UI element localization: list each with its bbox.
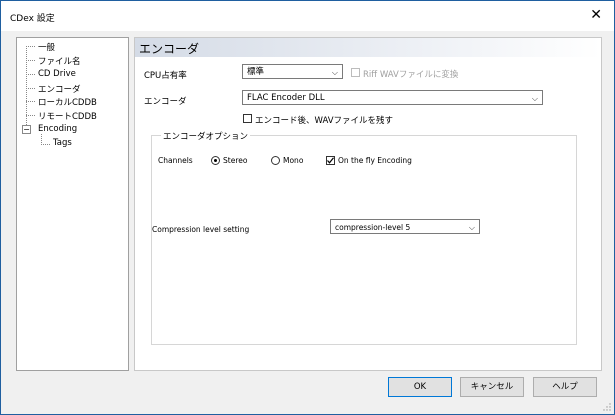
stereo-label: Stereo: [223, 156, 248, 165]
tree-branch-line: [26, 46, 35, 47]
tree-item-cd-drive[interactable]: CD Drive: [38, 69, 76, 79]
chevron-down-icon: ⌵: [531, 94, 538, 103]
keep-wav-checkbox[interactable]: [243, 114, 252, 123]
collapse-icon[interactable]: −: [22, 125, 31, 134]
tree-branch-line: [26, 74, 35, 75]
resize-grip-icon[interactable]: [603, 403, 611, 411]
keep-wav-label: エンコード後、WAVファイルを残す: [255, 116, 394, 126]
mono-label: Mono: [283, 156, 304, 165]
panel-header: エンコーダ: [135, 38, 601, 57]
title-bar: CDex 設定 ✕: [1, 1, 614, 31]
window-title: CDex 設定: [10, 14, 55, 24]
tree-branch-line: [41, 144, 50, 145]
channels-label: Channels: [158, 156, 193, 165]
tree-branch-line: [26, 88, 35, 89]
compression-level-select[interactable]: compression-level 5 ⌵: [330, 219, 480, 234]
ok-button[interactable]: OK: [388, 377, 452, 397]
tree-branch-line: [26, 115, 35, 116]
tree-item-remote-cddb[interactable]: リモートCDDB: [38, 110, 97, 122]
close-icon[interactable]: ✕: [590, 7, 602, 23]
tree-branch-line: [26, 101, 35, 102]
on-the-fly-checkbox[interactable]: [326, 156, 335, 165]
cpu-usage-select[interactable]: 標準 ⌵: [242, 64, 343, 79]
tree-item-local-cddb[interactable]: ローカルCDDB: [38, 96, 97, 108]
mono-radio[interactable]: [271, 156, 280, 165]
encoder-value: FLAC Encoder DLL: [247, 93, 325, 103]
compression-level-value: compression-level 5: [335, 223, 411, 232]
help-button[interactable]: ヘルプ: [533, 377, 597, 397]
tree-item-encoding[interactable]: Encoding: [38, 124, 77, 134]
tree-branch-line: [26, 60, 35, 61]
tree-item-tags[interactable]: Tags: [53, 138, 72, 148]
tree-item-general[interactable]: 一般: [38, 41, 55, 53]
cpu-usage-label: CPU占有率: [144, 71, 187, 81]
cancel-button[interactable]: キャンセル: [460, 377, 524, 397]
encoder-options-legend: エンコーダオプション: [161, 130, 251, 142]
on-the-fly-label: On the fly Encoding: [338, 156, 412, 165]
chevron-down-icon: ⌵: [331, 68, 338, 77]
tree-item-filename[interactable]: ファイル名: [38, 55, 81, 67]
encoder-settings-panel: エンコーダ CPU占有率 標準 ⌵ Riff WAVファイルに変換 エンコーダ …: [134, 37, 602, 371]
riff-wav-label: Riff WAVファイルに変換: [363, 70, 459, 80]
checkmark-icon: [327, 157, 334, 164]
riff-wav-checkbox[interactable]: [351, 68, 360, 77]
settings-tree: 一般 ファイル名 CD Drive エンコーダ ローカルCDDB リモートCDD…: [16, 37, 129, 371]
cpu-usage-value: 標準: [247, 67, 265, 77]
tree-item-encoder[interactable]: エンコーダ: [38, 83, 81, 95]
stereo-radio[interactable]: [211, 156, 220, 165]
settings-window: CDex 設定 ✕ 一般 ファイル名 CD Drive エンコーダ ローカルCD…: [0, 0, 615, 415]
encoder-select[interactable]: FLAC Encoder DLL ⌵: [242, 90, 543, 105]
encoder-options-group: エンコーダオプション Channels Stereo Mono On the f…: [151, 130, 577, 345]
chevron-down-icon: ⌵: [468, 223, 475, 232]
encoder-label: エンコーダ: [144, 97, 187, 107]
panel-title: エンコーダ: [139, 42, 200, 56]
compression-level-label: Compression level setting: [152, 225, 250, 234]
